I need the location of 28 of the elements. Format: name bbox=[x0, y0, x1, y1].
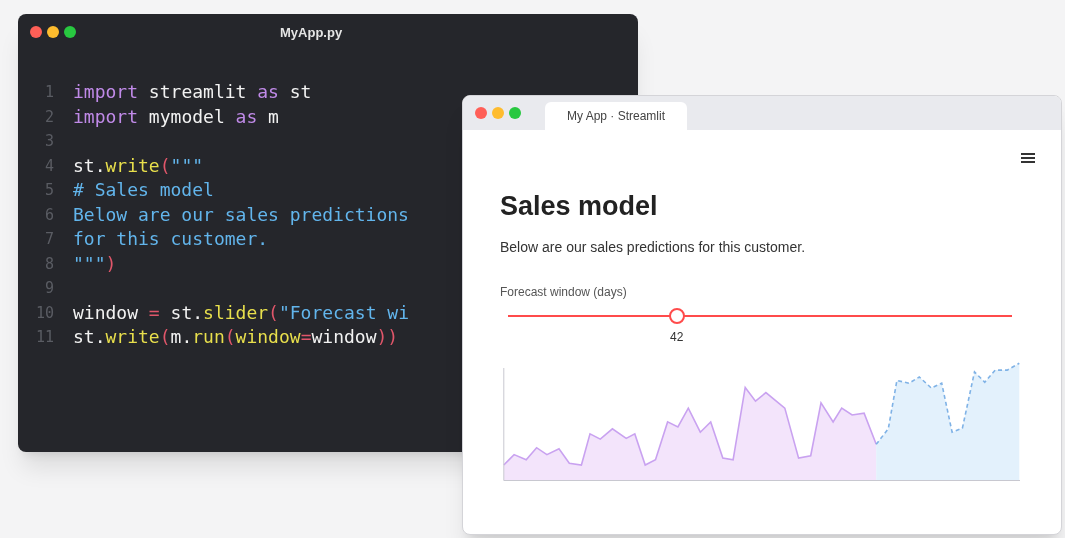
code-line: for this customer. bbox=[73, 227, 269, 251]
browser-tab[interactable]: My App · Streamlit bbox=[545, 102, 688, 130]
line-number: 8 bbox=[43, 253, 55, 275]
line-number: 7 bbox=[43, 229, 55, 250]
line-number: 1 bbox=[43, 82, 55, 103]
menu-icon[interactable] bbox=[1021, 152, 1035, 164]
code-line: window = st.slider("Forecast wi bbox=[73, 300, 409, 325]
slider-thumb[interactable] bbox=[668, 307, 685, 324]
code-line: """) bbox=[73, 251, 117, 276]
code-line: st.write(m.run(window=window)) bbox=[73, 325, 399, 349]
slider-label: Forecast window (days) bbox=[500, 283, 627, 301]
window-title: MyApp.py bbox=[280, 24, 343, 42]
line-number: 2 bbox=[43, 106, 55, 128]
code-line: st.write(""" bbox=[73, 153, 204, 178]
line-number: 9 bbox=[43, 278, 55, 299]
code-line: import mymodel as m bbox=[73, 104, 279, 129]
slider-value: 42 bbox=[670, 328, 684, 346]
line-number: 6 bbox=[43, 204, 55, 226]
line-number: 10 bbox=[34, 302, 55, 324]
code-line: import streamlit as st bbox=[73, 80, 312, 104]
page-heading: Sales model bbox=[500, 190, 659, 223]
code-line: Below are our sales predictions bbox=[73, 202, 409, 227]
page-text: Below are our sales predictions for this customer. bbox=[500, 237, 807, 257]
code-line: # Sales model bbox=[73, 178, 214, 202]
line-number: 5 bbox=[43, 180, 55, 201]
line-number: 3 bbox=[43, 131, 55, 152]
line-number: 4 bbox=[43, 155, 55, 177]
line-number: 11 bbox=[34, 327, 55, 348]
